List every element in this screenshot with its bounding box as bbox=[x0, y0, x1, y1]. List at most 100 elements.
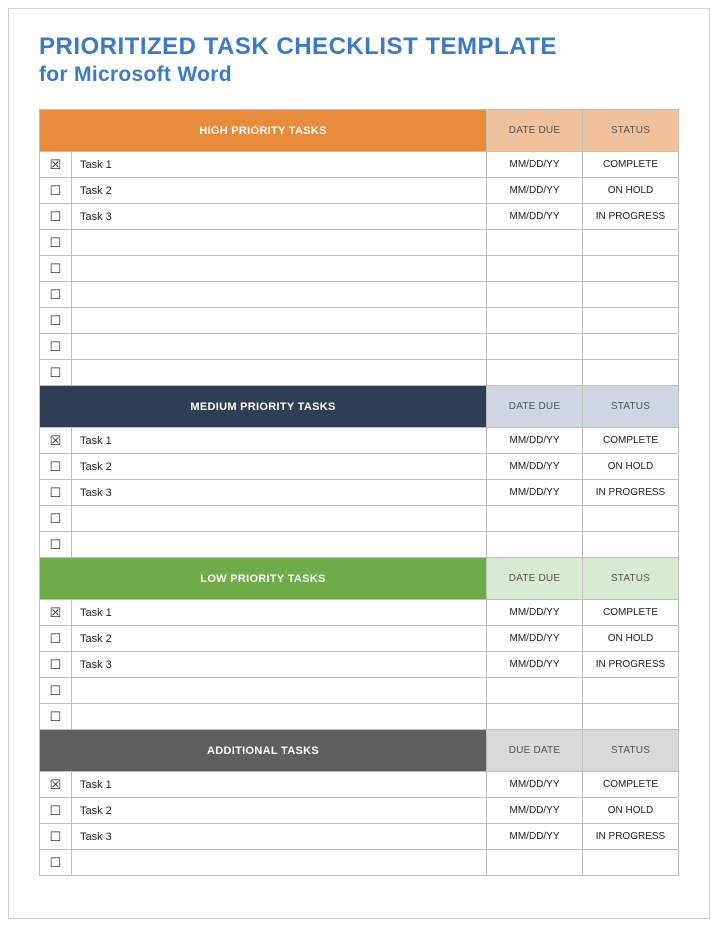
task-name[interactable] bbox=[72, 506, 487, 532]
date-due[interactable]: MM/DD/YY bbox=[487, 772, 583, 798]
date-due[interactable] bbox=[487, 230, 583, 256]
task-name[interactable]: Task 3 bbox=[72, 204, 487, 230]
status[interactable] bbox=[583, 360, 679, 386]
date-due[interactable]: MM/DD/YY bbox=[487, 626, 583, 652]
table-row: ☐ bbox=[40, 308, 679, 334]
table-row: ☐Task 2MM/DD/YYON HOLD bbox=[40, 798, 679, 824]
task-name[interactable] bbox=[72, 704, 487, 730]
checkbox-icon[interactable]: ☐ bbox=[40, 256, 72, 282]
date-due[interactable]: MM/DD/YY bbox=[487, 798, 583, 824]
task-name[interactable]: Task 1 bbox=[72, 428, 487, 454]
date-due[interactable]: MM/DD/YY bbox=[487, 428, 583, 454]
task-name[interactable] bbox=[72, 532, 487, 558]
task-name[interactable]: Task 2 bbox=[72, 178, 487, 204]
checkbox-icon[interactable]: ☐ bbox=[40, 824, 72, 850]
date-due[interactable] bbox=[487, 360, 583, 386]
checkbox-icon[interactable]: ☐ bbox=[40, 282, 72, 308]
status[interactable] bbox=[583, 850, 679, 876]
date-due[interactable] bbox=[487, 850, 583, 876]
task-name[interactable] bbox=[72, 360, 487, 386]
status[interactable] bbox=[583, 308, 679, 334]
checkbox-icon[interactable]: ☒ bbox=[40, 772, 72, 798]
status[interactable]: COMPLETE bbox=[583, 428, 679, 454]
date-due[interactable]: MM/DD/YY bbox=[487, 204, 583, 230]
task-name[interactable]: Task 1 bbox=[72, 600, 487, 626]
checkbox-icon[interactable]: ☐ bbox=[40, 454, 72, 480]
checkbox-icon[interactable]: ☐ bbox=[40, 506, 72, 532]
status[interactable]: ON HOLD bbox=[583, 798, 679, 824]
checkbox-icon[interactable]: ☐ bbox=[40, 798, 72, 824]
task-name[interactable] bbox=[72, 678, 487, 704]
status[interactable] bbox=[583, 282, 679, 308]
task-name[interactable] bbox=[72, 256, 487, 282]
date-due[interactable]: MM/DD/YY bbox=[487, 454, 583, 480]
section-title: HIGH PRIORITY TASKS bbox=[40, 110, 487, 152]
status[interactable]: IN PROGRESS bbox=[583, 480, 679, 506]
checkbox-icon[interactable]: ☐ bbox=[40, 204, 72, 230]
checkbox-icon[interactable]: ☐ bbox=[40, 230, 72, 256]
date-due[interactable] bbox=[487, 506, 583, 532]
status[interactable] bbox=[583, 256, 679, 282]
checkbox-icon[interactable]: ☐ bbox=[40, 652, 72, 678]
checkbox-icon[interactable]: ☐ bbox=[40, 360, 72, 386]
status[interactable]: IN PROGRESS bbox=[583, 824, 679, 850]
table-row: ☒Task 1MM/DD/YYCOMPLETE bbox=[40, 152, 679, 178]
checkbox-icon[interactable]: ☒ bbox=[40, 152, 72, 178]
task-name[interactable] bbox=[72, 334, 487, 360]
task-name[interactable]: Task 2 bbox=[72, 454, 487, 480]
task-name[interactable] bbox=[72, 850, 487, 876]
page-title-line2: for Microsoft Word bbox=[39, 63, 679, 87]
task-name[interactable]: Task 1 bbox=[72, 152, 487, 178]
date-due[interactable]: MM/DD/YY bbox=[487, 824, 583, 850]
date-due[interactable]: MM/DD/YY bbox=[487, 480, 583, 506]
date-due[interactable] bbox=[487, 532, 583, 558]
task-name[interactable] bbox=[72, 282, 487, 308]
task-name[interactable] bbox=[72, 230, 487, 256]
status[interactable] bbox=[583, 678, 679, 704]
status[interactable]: IN PROGRESS bbox=[583, 204, 679, 230]
date-due[interactable] bbox=[487, 308, 583, 334]
status[interactable] bbox=[583, 704, 679, 730]
task-name[interactable]: Task 1 bbox=[72, 772, 487, 798]
date-header: DATE DUE bbox=[487, 110, 583, 152]
status[interactable]: COMPLETE bbox=[583, 152, 679, 178]
date-header: DUE DATE bbox=[487, 730, 583, 772]
checkbox-icon[interactable]: ☒ bbox=[40, 600, 72, 626]
status[interactable] bbox=[583, 506, 679, 532]
checkbox-icon[interactable]: ☐ bbox=[40, 178, 72, 204]
date-due[interactable] bbox=[487, 256, 583, 282]
task-name[interactable]: Task 2 bbox=[72, 626, 487, 652]
status[interactable]: ON HOLD bbox=[583, 178, 679, 204]
status[interactable] bbox=[583, 334, 679, 360]
checkbox-icon[interactable]: ☐ bbox=[40, 334, 72, 360]
checkbox-icon[interactable]: ☐ bbox=[40, 532, 72, 558]
status[interactable]: COMPLETE bbox=[583, 600, 679, 626]
date-due[interactable] bbox=[487, 334, 583, 360]
date-due[interactable] bbox=[487, 282, 583, 308]
task-name[interactable]: Task 3 bbox=[72, 824, 487, 850]
checkbox-icon[interactable]: ☐ bbox=[40, 480, 72, 506]
checkbox-icon[interactable]: ☒ bbox=[40, 428, 72, 454]
status[interactable]: IN PROGRESS bbox=[583, 652, 679, 678]
task-name[interactable]: Task 2 bbox=[72, 798, 487, 824]
status[interactable] bbox=[583, 230, 679, 256]
checkbox-icon[interactable]: ☐ bbox=[40, 704, 72, 730]
date-due[interactable]: MM/DD/YY bbox=[487, 600, 583, 626]
checkbox-icon[interactable]: ☐ bbox=[40, 678, 72, 704]
table-row: ☒Task 1MM/DD/YYCOMPLETE bbox=[40, 428, 679, 454]
date-due[interactable]: MM/DD/YY bbox=[487, 178, 583, 204]
task-name[interactable] bbox=[72, 308, 487, 334]
task-name[interactable]: Task 3 bbox=[72, 652, 487, 678]
date-due[interactable] bbox=[487, 678, 583, 704]
date-due[interactable]: MM/DD/YY bbox=[487, 652, 583, 678]
date-due[interactable]: MM/DD/YY bbox=[487, 152, 583, 178]
checkbox-icon[interactable]: ☐ bbox=[40, 308, 72, 334]
status[interactable] bbox=[583, 532, 679, 558]
date-due[interactable] bbox=[487, 704, 583, 730]
task-name[interactable]: Task 3 bbox=[72, 480, 487, 506]
checkbox-icon[interactable]: ☐ bbox=[40, 626, 72, 652]
checkbox-icon[interactable]: ☐ bbox=[40, 850, 72, 876]
status[interactable]: COMPLETE bbox=[583, 772, 679, 798]
status[interactable]: ON HOLD bbox=[583, 626, 679, 652]
status[interactable]: ON HOLD bbox=[583, 454, 679, 480]
